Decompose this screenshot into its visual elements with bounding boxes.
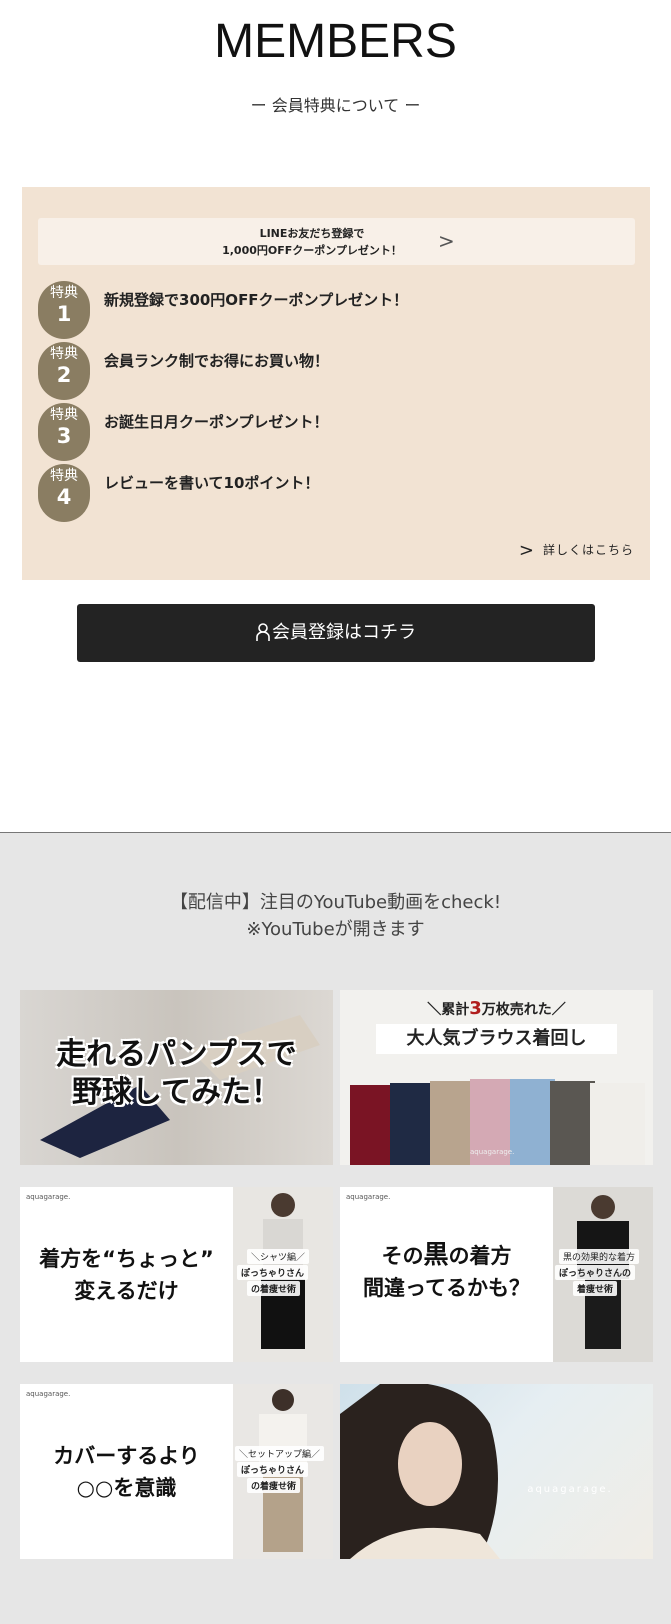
page-subtitle: ー 会員特典について ー: [250, 96, 421, 115]
benefit-text: お誕生日月クーポンプレゼント！: [104, 413, 329, 431]
benefit-text: レビューを書いて10ポイント！: [104, 474, 320, 492]
youtube-section: 【配信中】注目のYouTube動画をcheck! ※YouTubeが開きます 走…: [0, 832, 671, 1624]
benefit-text: 新規登録で300円OFFクーポンプレゼント！: [104, 291, 409, 309]
brand-logo: aquagarage.: [346, 1193, 391, 1201]
thumbnail-tag: の着痩せ術: [247, 1281, 301, 1296]
benefit-text: 会員ランク制でお得にお買い物！: [104, 352, 330, 370]
chevron-right-icon: >: [438, 229, 455, 253]
thumbnail-tag: 着痩せ術: [573, 1281, 618, 1296]
caption-post: の着方: [448, 1244, 512, 1268]
thumbnail-caption: 走れるパンプスで 野球してみた！: [20, 1036, 333, 1112]
badge-number: 1: [56, 302, 72, 326]
brand-logo: aquagarage.: [527, 1484, 613, 1495]
benefits-panel: LINEお友だち登録で 1,000円OFFクーポンプレゼント！ > 特典 1 新…: [22, 187, 650, 580]
badge-number: 2: [56, 363, 72, 387]
badge-label: 特典: [50, 407, 78, 423]
line-friend-banner[interactable]: LINEお友だち登録で 1,000円OFFクーポンプレゼント！ >: [38, 218, 635, 265]
model-illustration: [340, 1384, 500, 1559]
kicker-pre: ＼累計: [427, 1002, 470, 1018]
thumbnail-caption: 着方を“ちょっと” 変えるだけ: [20, 1243, 233, 1307]
badge-label: 特典: [50, 346, 78, 362]
caption-line: 変えるだけ: [74, 1279, 179, 1303]
brand-logo: aquagarage.: [26, 1390, 71, 1398]
badge-number: 4: [56, 485, 72, 509]
youtube-heading-line2: ※YouTubeが開きます: [246, 919, 425, 940]
caption-line: 間違ってるかも？: [363, 1276, 530, 1300]
thumbnail-tag: ぽっちゃりさん: [237, 1462, 309, 1477]
thumbnail-caption: 大人気ブラウス着回し: [376, 1024, 617, 1054]
benefit-badge: 特典 1: [38, 281, 90, 339]
thumbnail-caption: カバーするより ○○を意識: [20, 1440, 233, 1504]
video-thumbnail[interactable]: aquagarage. その黒の着方 間違ってるかも？ 黒の効果的な着方 ぽっち…: [340, 1187, 653, 1362]
line-banner-text: LINEお友だち登録で 1,000円OFFクーポンプレゼント！: [38, 225, 586, 259]
model-photo: 黒の効果的な着方 ぽっちゃりさんの 着痩せ術: [553, 1187, 653, 1362]
thumbnail-tag: ＼シャツ編／: [247, 1249, 310, 1264]
benefit-item: 特典 2 会員ランク制でお得にお買い物！: [38, 342, 638, 400]
benefit-badge: 特典 3: [38, 403, 90, 461]
thumbnail-tag: ぽっちゃりさんの: [555, 1265, 636, 1280]
thumbnail-tag: ぽっちゃりさん: [237, 1265, 309, 1280]
caption-pre: その: [381, 1244, 424, 1268]
line-banner-line2: 1,000円OFFクーポンプレゼント！: [222, 244, 402, 257]
caption-line: 走れるパンプスで: [56, 1037, 297, 1072]
page-title: MEMBERS: [214, 15, 457, 68]
badge-label: 特典: [50, 285, 78, 301]
video-thumbnail[interactable]: aquagarage.: [340, 1384, 653, 1559]
thumbnail-caption: その黒の着方 間違ってるかも？: [340, 1239, 553, 1304]
badge-number: 3: [56, 424, 72, 448]
video-thumbnail[interactable]: aquagarage. カバーするより ○○を意識 ＼セットアップ編／ ぽっちゃ…: [20, 1384, 333, 1559]
benefit-item: 特典 1 新規登録で300円OFFクーポンプレゼント！: [38, 281, 638, 339]
caption-line: カバーするより: [53, 1444, 200, 1468]
chevron-right-icon: >: [518, 540, 535, 561]
video-thumbnail[interactable]: ＼累計3万枚売れた／ 大人気ブラウス着回し aquagarage.: [340, 990, 653, 1165]
youtube-heading-line1: 【配信中】注目のYouTube動画をcheck!: [169, 892, 502, 913]
caption-line: 野球してみた！: [71, 1075, 282, 1110]
thumbnail-tag: 黒の効果的な着方: [559, 1249, 640, 1264]
benefit-badge: 特典 2: [38, 342, 90, 400]
benefit-badge: 特典 4: [38, 464, 90, 522]
details-link[interactable]: > 詳しくはこちら: [519, 540, 634, 561]
thumbnail-kicker: ＼累計3万枚売れた／: [340, 998, 653, 1019]
benefit-item: 特典 4 レビューを書いて10ポイント！: [38, 464, 638, 522]
details-label: 詳しくはこちら: [542, 543, 634, 557]
brand-logo: aquagarage.: [470, 1148, 515, 1156]
caption-line: 着方を“ちょっと”: [39, 1247, 214, 1271]
kicker-post: 万枚売れた／: [481, 1002, 566, 1018]
video-thumbnail[interactable]: 走れるパンプスで 野球してみた！: [20, 990, 333, 1165]
caption-line: その黒の着方: [340, 1239, 553, 1272]
members-section: MEMBERS ー 会員特典について ー LINEお友だち登録で 1,000円O…: [0, 0, 671, 832]
register-label: 会員登録はコチラ: [272, 622, 416, 643]
brand-logo: aquagarage.: [26, 1193, 71, 1201]
benefit-item: 特典 3 お誕生日月クーポンプレゼント！: [38, 403, 638, 461]
model-photo: ＼シャツ編／ ぽっちゃりさん の着痩せ術: [233, 1187, 333, 1362]
register-button[interactable]: 会員登録はコチラ: [77, 604, 595, 662]
youtube-heading: 【配信中】注目のYouTube動画をcheck! ※YouTubeが開きます: [0, 889, 671, 943]
line-banner-line1: LINEお友だち登録で: [259, 227, 365, 240]
caption-emphasis: 黒: [423, 1240, 449, 1269]
video-thumbnail[interactable]: aquagarage. 着方を“ちょっと” 変えるだけ ＼シャツ編／ ぽっちゃり…: [20, 1187, 333, 1362]
badge-label: 特典: [50, 468, 78, 484]
kicker-number: 3: [469, 998, 482, 1019]
thumbnail-tag: の着痩せ術: [247, 1478, 301, 1493]
model-photo: ＼セットアップ編／ ぽっちゃりさん の着痩せ術: [233, 1384, 333, 1559]
caption-line: ○○を意識: [76, 1476, 177, 1500]
user-icon: [256, 607, 270, 665]
thumbnail-tag: ＼セットアップ編／: [235, 1446, 325, 1461]
